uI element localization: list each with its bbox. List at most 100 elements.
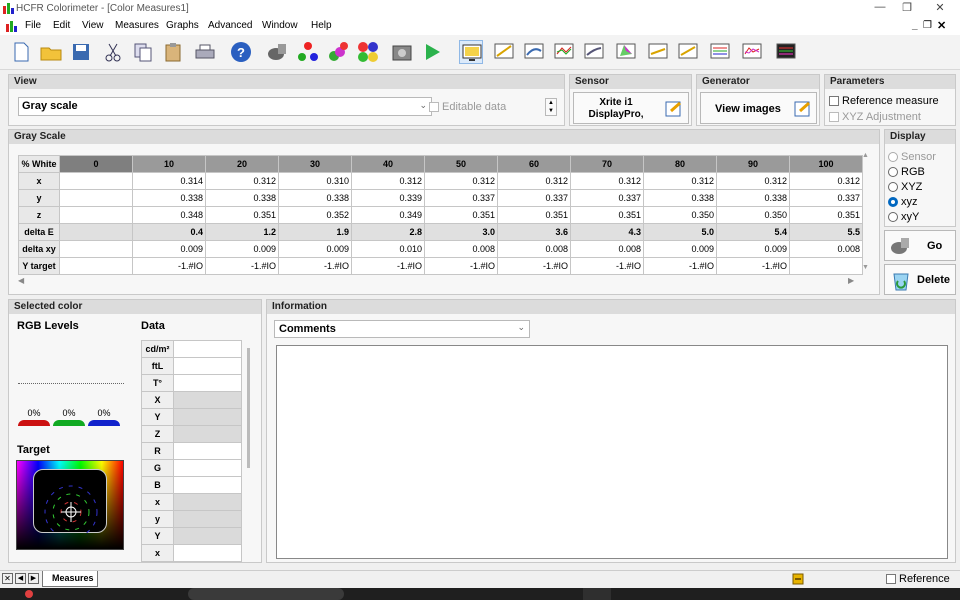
graph-saturation-icon[interactable] xyxy=(676,40,700,64)
table-cell[interactable]: 0.351 xyxy=(497,206,571,224)
table-cell[interactable]: 0.338 xyxy=(278,189,352,207)
close-icon[interactable]: ✕ xyxy=(925,1,955,17)
menu-window[interactable]: Window xyxy=(262,20,298,31)
mdi-close-icon[interactable]: ✕ xyxy=(937,19,946,32)
menu-file[interactable]: File xyxy=(25,20,41,31)
table-cell[interactable] xyxy=(59,206,133,224)
column-header[interactable]: 20 xyxy=(205,155,279,173)
taskbar-search-box[interactable] xyxy=(188,588,344,600)
table-cell[interactable] xyxy=(789,257,863,275)
scroll-left-icon[interactable]: ◀ xyxy=(18,276,24,285)
table-cell[interactable]: 0.312 xyxy=(570,172,644,190)
table-cell[interactable]: 0.312 xyxy=(716,172,790,190)
table-cell[interactable]: 0.349 xyxy=(351,206,425,224)
delete-button[interactable]: Delete xyxy=(884,264,956,295)
minimize-icon[interactable]: — xyxy=(865,1,895,17)
column-header[interactable]: 90 xyxy=(716,155,790,173)
table-cell[interactable] xyxy=(59,240,133,258)
table-cell[interactable]: 0.348 xyxy=(132,206,206,224)
display-option-sensor[interactable]: Sensor xyxy=(888,150,936,165)
table-cell[interactable]: 0.008 xyxy=(570,240,644,258)
new-document-icon[interactable] xyxy=(9,40,33,64)
graph-bars-icon[interactable] xyxy=(774,40,798,64)
scroll-down-icon[interactable]: ▼ xyxy=(862,264,869,271)
column-header[interactable]: 10 xyxy=(132,155,206,173)
view-images-button[interactable]: View images xyxy=(700,92,817,124)
table-cell[interactable]: 0.008 xyxy=(497,240,571,258)
view-select[interactable]: Gray scale ⌄ xyxy=(18,97,432,116)
table-cell[interactable]: -1.#IO xyxy=(132,257,206,275)
table-cell[interactable]: 0.008 xyxy=(424,240,498,258)
target-color-map[interactable] xyxy=(16,460,124,550)
table-cell[interactable]: -1.#IO xyxy=(497,257,571,275)
table-cell[interactable]: 0.338 xyxy=(643,189,717,207)
taskbar-item[interactable] xyxy=(583,588,611,600)
monitor-view-icon[interactable] xyxy=(459,40,483,64)
table-cell[interactable]: -1.#IO xyxy=(643,257,717,275)
table-cell[interactable]: 0.310 xyxy=(278,172,352,190)
save-icon[interactable] xyxy=(69,40,93,64)
table-cell[interactable] xyxy=(59,172,133,190)
data-scrollbar[interactable] xyxy=(247,348,250,468)
table-cell[interactable]: 0.010 xyxy=(351,240,425,258)
table-cell[interactable]: -1.#IO xyxy=(351,257,425,275)
column-header[interactable]: 70 xyxy=(570,155,644,173)
graph-rgb-icon[interactable] xyxy=(552,40,576,64)
table-cell[interactable]: -1.#IO xyxy=(716,257,790,275)
table-cell[interactable]: 0.337 xyxy=(789,189,863,207)
table-cell[interactable]: 4.3 xyxy=(570,223,644,241)
help-icon[interactable]: ? xyxy=(229,40,253,64)
menu-view[interactable]: View xyxy=(82,20,104,31)
camera-icon[interactable] xyxy=(390,40,414,64)
table-cell[interactable]: 0.312 xyxy=(643,172,717,190)
table-cell[interactable] xyxy=(59,257,133,275)
table-cell[interactable]: 0.350 xyxy=(716,206,790,224)
table-cell[interactable]: 0.312 xyxy=(205,172,279,190)
column-header[interactable]: 100 xyxy=(789,155,863,173)
taskbar-app-icon[interactable] xyxy=(25,590,33,598)
menu-edit[interactable]: Edit xyxy=(53,20,70,31)
table-cell[interactable]: 0.009 xyxy=(205,240,279,258)
table-cell[interactable]: 0.009 xyxy=(278,240,352,258)
copy-icon[interactable] xyxy=(131,40,155,64)
play-icon[interactable] xyxy=(420,40,444,64)
tab-next-icon[interactable]: ▶ xyxy=(28,573,39,584)
scroll-right-icon[interactable]: ▶ xyxy=(848,276,854,285)
reference-measure-checkbox[interactable]: Reference measure xyxy=(829,95,939,107)
column-header[interactable]: 80 xyxy=(643,155,717,173)
table-cell[interactable]: 1.2 xyxy=(205,223,279,241)
table-cell[interactable]: 5.5 xyxy=(789,223,863,241)
table-cell[interactable]: 0.338 xyxy=(716,189,790,207)
restore-icon[interactable]: ❐ xyxy=(892,1,922,17)
mdi-restore-icon[interactable]: ❐ xyxy=(923,20,932,31)
cut-icon[interactable] xyxy=(101,40,125,64)
graph-luminance-icon[interactable] xyxy=(492,40,516,64)
graph-cie-icon[interactable] xyxy=(614,40,638,64)
table-cell[interactable]: 0.009 xyxy=(716,240,790,258)
colorimeter-icon[interactable] xyxy=(326,40,350,64)
table-cell[interactable]: 0.312 xyxy=(424,172,498,190)
table-cell[interactable]: 0.312 xyxy=(789,172,863,190)
table-cell[interactable]: 0.352 xyxy=(278,206,352,224)
table-cell[interactable]: 0.350 xyxy=(643,206,717,224)
view-spinner[interactable]: ▲ ▼ xyxy=(545,98,557,116)
menu-help[interactable]: Help xyxy=(311,20,332,31)
xyz-adjustment-checkbox[interactable]: XYZ Adjustment xyxy=(829,111,921,123)
graph-spectrum-icon[interactable] xyxy=(740,40,764,64)
table-cell[interactable]: 3.6 xyxy=(497,223,571,241)
mdi-minimize-icon[interactable]: _ xyxy=(912,20,918,31)
table-cell[interactable]: 0.314 xyxy=(132,172,206,190)
column-header[interactable]: 40 xyxy=(351,155,425,173)
comments-textarea[interactable] xyxy=(276,345,948,559)
scroll-up-icon[interactable]: ▲ xyxy=(862,152,869,159)
table-cell[interactable]: 1.9 xyxy=(278,223,352,241)
table-cell[interactable]: 5.4 xyxy=(716,223,790,241)
grayscale-horizontal-scrollbar[interactable]: ◀ ▶ xyxy=(18,276,858,288)
paste-icon[interactable] xyxy=(161,40,185,64)
table-cell[interactable]: 0.338 xyxy=(132,189,206,207)
table-cell[interactable]: 0.339 xyxy=(351,189,425,207)
tab-prev-icon[interactable]: ◀ xyxy=(15,573,26,584)
menu-graphs[interactable]: Graphs xyxy=(166,20,199,31)
print-icon[interactable] xyxy=(193,40,217,64)
table-cell[interactable]: 0.351 xyxy=(570,206,644,224)
